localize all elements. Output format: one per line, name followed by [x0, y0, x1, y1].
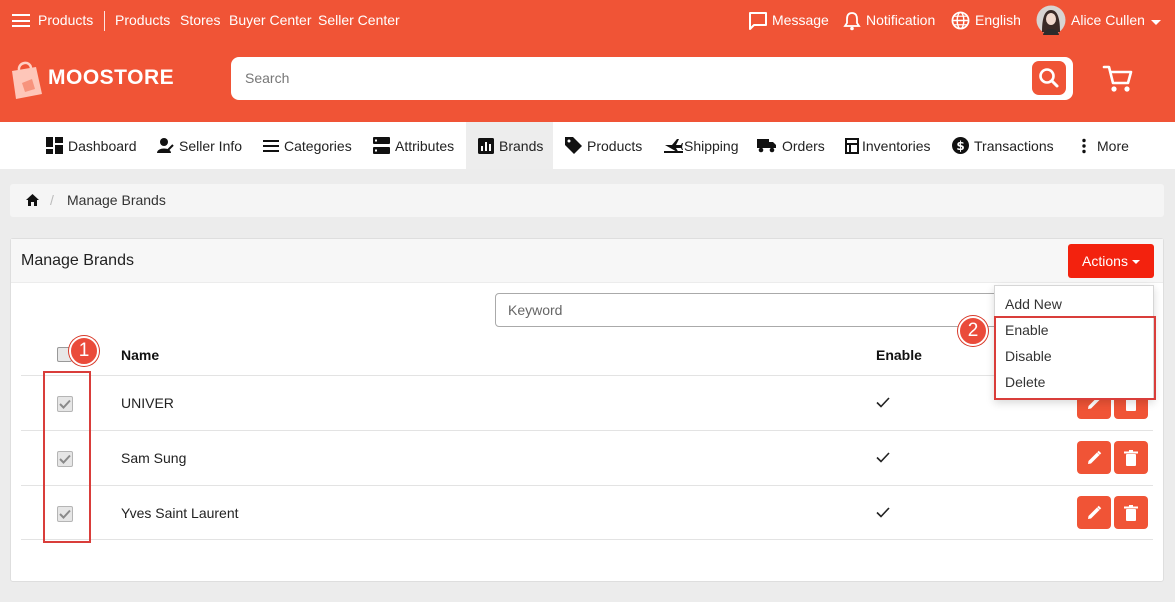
menu-dashboard[interactable]: Dashboard — [46, 122, 137, 169]
column-header-enable: Enable — [876, 347, 922, 363]
pencil-icon — [1088, 505, 1102, 519]
user-menu-caret-icon[interactable] — [1151, 20, 1161, 25]
search-bar — [231, 57, 1073, 100]
menu-products-label: Products — [587, 137, 643, 154]
topnav-message-link[interactable]: Message — [772, 12, 829, 28]
step-badge-2: 2 — [958, 316, 988, 346]
trash-icon — [1124, 449, 1138, 466]
cart-icon[interactable] — [1102, 64, 1134, 94]
menu-orders[interactable]: Orders — [757, 122, 825, 169]
globe-icon[interactable] — [951, 11, 970, 30]
topnav-buyer-center-link[interactable]: Buyer Center — [229, 12, 311, 28]
menu-dashboard-label: Dashboard — [68, 137, 137, 154]
checkbox-highlight-box — [43, 371, 91, 543]
seller-info-icon — [157, 138, 174, 153]
brand-name: UNIVER — [121, 395, 174, 411]
menu-orders-label: Orders — [782, 137, 825, 154]
menu-attributes[interactable]: Attributes — [373, 122, 454, 169]
menu-shipping[interactable]: Shipping — [664, 122, 739, 169]
topnav-seller-center-link[interactable]: Seller Center — [318, 12, 400, 28]
table-row: Sam Sung — [21, 430, 1153, 485]
topnav-products-link-2[interactable]: Products — [115, 12, 170, 28]
tag-icon — [565, 137, 582, 154]
keyword-input[interactable] — [495, 293, 1015, 327]
action-add-new[interactable]: Add New — [1005, 296, 1062, 312]
menu-products[interactable]: Products — [565, 122, 642, 169]
enabled-check-icon — [876, 507, 890, 518]
chart-icon — [478, 137, 494, 154]
topnav-stores-link[interactable]: Stores — [180, 12, 220, 28]
actions-label: Actions — [1082, 253, 1128, 269]
menu-inventories-label: Inventories — [862, 137, 931, 154]
inventory-icon — [845, 137, 859, 154]
actions-button[interactable]: Actions — [1068, 244, 1154, 278]
menu-more[interactable]: More — [1079, 122, 1129, 169]
list-icon — [263, 139, 279, 152]
menu-brands[interactable]: Brands — [466, 122, 553, 169]
menu-categories[interactable]: Categories — [263, 122, 352, 169]
seller-menu-bar: Dashboard Seller Info Categories Attribu… — [0, 122, 1175, 169]
user-name[interactable]: Alice Cullen — [1071, 12, 1145, 28]
enabled-check-icon — [876, 452, 890, 463]
panel-header: Manage Brands Actions — [11, 239, 1163, 283]
menu-categories-label: Categories — [284, 137, 352, 154]
menu-inventories[interactable]: Inventories — [845, 122, 930, 169]
home-icon[interactable] — [26, 194, 39, 206]
truck-icon — [757, 139, 776, 153]
table-row: UNIVER — [21, 375, 1153, 430]
header: Products Products Stores Buyer Center Se… — [0, 0, 1175, 122]
menu-more-label: More — [1097, 137, 1129, 154]
top-navigation: Products Products Stores Buyer Center Se… — [0, 0, 1175, 40]
menu-brands-label: Brands — [499, 137, 544, 154]
delete-button[interactable] — [1114, 441, 1148, 474]
trash-icon — [1124, 504, 1138, 521]
bell-icon[interactable] — [843, 11, 861, 31]
dollar-icon: $ — [952, 137, 969, 154]
dashboard-icon — [46, 137, 63, 154]
moostore-logo-icon — [12, 61, 42, 99]
topnav-notification-link[interactable]: Notification — [866, 12, 935, 28]
breadcrumb-separator: / — [50, 192, 54, 208]
menu-shipping-label: Shipping — [684, 137, 739, 154]
menu-attributes-label: Attributes — [395, 137, 455, 154]
caret-down-icon — [1131, 260, 1140, 265]
topnav-divider — [104, 11, 105, 31]
column-header-name: Name — [121, 347, 160, 363]
brand-name: Sam Sung — [121, 450, 187, 466]
delete-button[interactable] — [1114, 496, 1148, 529]
menu-seller-info[interactable]: Seller Info — [157, 122, 242, 169]
pencil-icon — [1088, 450, 1102, 464]
svg-text:$: $ — [956, 139, 964, 153]
actions-highlight-box — [994, 316, 1156, 400]
edit-button[interactable] — [1077, 496, 1111, 529]
avatar[interactable] — [1036, 5, 1066, 35]
breadcrumb: / Manage Brands — [10, 184, 1164, 217]
page-title: Manage Brands — [21, 252, 134, 269]
menu-transactions[interactable]: $ Transactions — [952, 122, 1054, 169]
breadcrumb-current: Manage Brands — [67, 192, 166, 208]
menu-transactions-label: Transactions — [974, 137, 1054, 154]
more-vertical-icon — [1082, 138, 1086, 153]
step-badge-1: 1 — [69, 336, 99, 366]
hamburger-menu-icon[interactable] — [12, 14, 30, 27]
search-button[interactable] — [1032, 61, 1066, 95]
edit-button[interactable] — [1077, 441, 1111, 474]
manage-brands-panel: Manage Brands Actions Name Enable UNIVER… — [10, 238, 1164, 582]
topnav-products-link[interactable]: Products — [38, 12, 93, 28]
message-icon[interactable] — [748, 11, 768, 30]
server-icon — [373, 137, 390, 154]
brand-name: Yves Saint Laurent — [121, 505, 239, 521]
moostore-logo-text[interactable]: MOOSTORE — [48, 66, 174, 90]
airplane-icon — [664, 139, 683, 153]
search-input[interactable] — [245, 67, 1025, 89]
menu-seller-info-label: Seller Info — [179, 137, 243, 154]
topnav-language-link[interactable]: English — [975, 12, 1021, 28]
search-icon — [1039, 68, 1059, 88]
enabled-check-icon — [876, 397, 890, 408]
table-row: Yves Saint Laurent — [21, 485, 1153, 540]
